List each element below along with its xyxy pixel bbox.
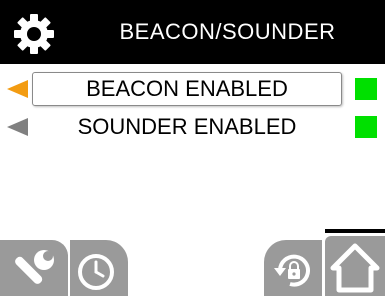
active-tab-indicator <box>325 229 385 233</box>
wrench-icon <box>15 250 54 284</box>
menu-arrow-icon <box>7 118 28 136</box>
page-title: BEACON/SOUNDER <box>119 19 336 44</box>
clock-button[interactable] <box>70 240 128 296</box>
menu-item-label: BEACON ENABLED <box>86 76 288 101</box>
status-indicator-enabled[interactable] <box>355 78 377 100</box>
menu-item-label: SOUNDER ENABLED <box>77 114 297 139</box>
beacon-sounder-screen: BEACON/SOUNDER BEACON ENABLED SOUNDER EN… <box>0 0 385 296</box>
home-icon <box>330 243 380 293</box>
status-indicator-enabled[interactable] <box>355 116 377 138</box>
selection-arrow-icon <box>7 80 28 98</box>
gear-icon[interactable] <box>12 12 56 56</box>
header-bar: BEACON/SOUNDER <box>0 0 385 64</box>
menu-item-beacon-enabled[interactable]: BEACON ENABLED <box>0 72 385 106</box>
tools-button[interactable] <box>0 240 68 296</box>
lock-button[interactable] <box>264 240 322 296</box>
lock-rotate-icon <box>274 254 310 287</box>
clock-icon <box>78 254 114 290</box>
menu-item-sounder-enabled[interactable]: SOUNDER ENABLED <box>0 110 385 144</box>
home-button[interactable] <box>325 236 385 296</box>
